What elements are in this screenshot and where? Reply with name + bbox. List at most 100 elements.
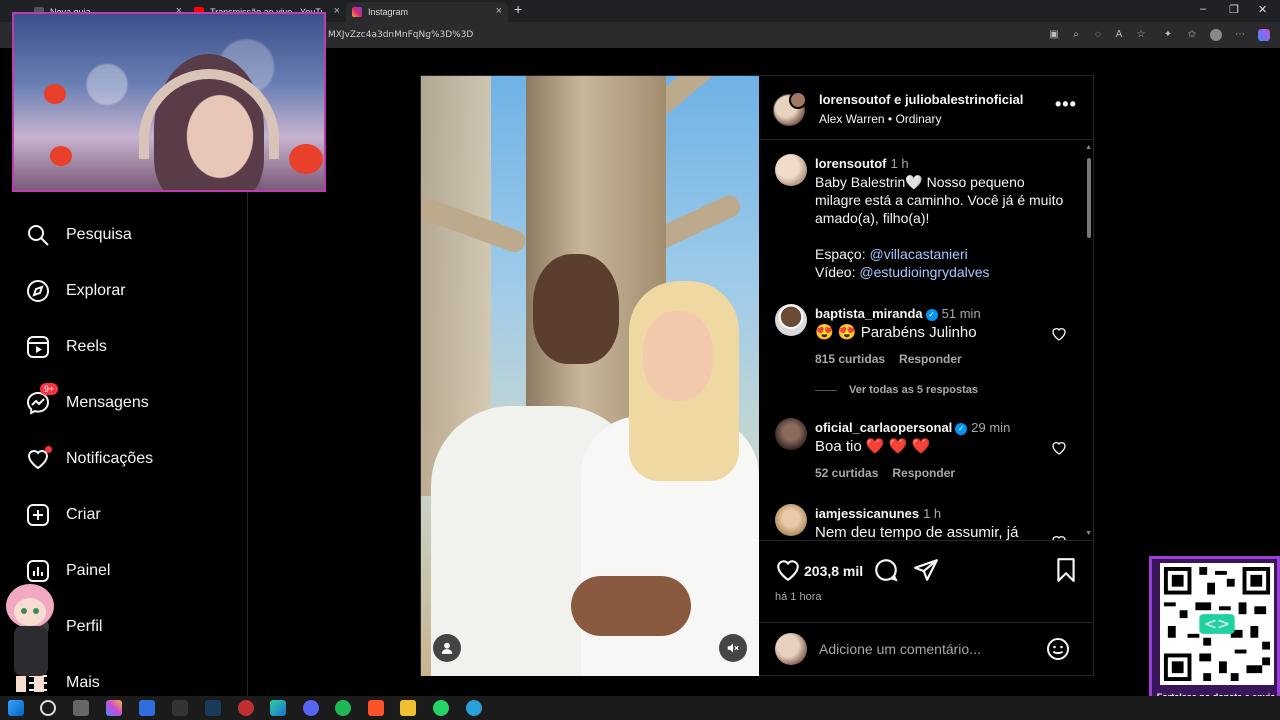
search-icon[interactable] [40, 700, 56, 716]
comment-avatar[interactable] [775, 304, 807, 336]
caption: lorensoutof 1 h Baby Balestrin🤍 Nosso peq… [775, 154, 1075, 294]
epic-games-icon[interactable] [172, 700, 188, 716]
new-tab-button[interactable]: + [514, 1, 522, 17]
space-link[interactable]: @villacastanieri [869, 246, 967, 262]
sidebar-item-reels[interactable]: Reels [26, 334, 107, 360]
whatsapp-icon[interactable] [433, 700, 449, 716]
scroll-up-arrow[interactable]: ▲ [1085, 144, 1092, 151]
comment-username[interactable]: oficial_carlaopersonal [815, 420, 952, 435]
scroll-down-arrow[interactable]: ▼ [1085, 530, 1092, 537]
sidebar-item-notifications[interactable]: Notificações [26, 446, 153, 472]
close-icon[interactable]: × [334, 5, 340, 17]
caption-username[interactable]: lorensoutof [815, 156, 887, 171]
sidebar-item-explore[interactable]: Explorar [26, 278, 126, 304]
muted-speaker-icon [727, 643, 739, 653]
file-explorer-icon[interactable] [400, 700, 416, 716]
like-comment-icon[interactable] [1051, 440, 1067, 456]
comment-item: oficial_carlaopersonal ✓ 29 min Boa tio ❤️… [775, 418, 1075, 488]
brave-icon[interactable] [368, 700, 384, 716]
tagged-users-button[interactable] [433, 634, 461, 662]
instagram-icon [352, 7, 362, 17]
sidebar-item-label: Explorar [66, 282, 126, 299]
close-window-icon[interactable]: ✕ [1258, 3, 1267, 16]
comment-username[interactable]: baptista_miranda [815, 306, 923, 321]
like-count[interactable]: 203,8 mil [804, 563, 863, 579]
comment-time: 29 min [971, 420, 1011, 435]
webcam-overlay [12, 12, 326, 192]
favorite-icon[interactable]: ☆ [1135, 29, 1147, 41]
start-icon[interactable] [8, 700, 24, 716]
pumpkin-decoration [50, 146, 72, 166]
reply-button[interactable]: Responder [892, 466, 955, 480]
sidebar-item-messages[interactable]: 9+ Mensagens [26, 383, 149, 416]
comment-icon[interactable] [873, 557, 899, 583]
compass-icon [27, 280, 49, 302]
reply-button[interactable]: Responder [899, 352, 962, 366]
more-options-icon[interactable]: ••• [1055, 94, 1077, 115]
verified-icon: ✓ [955, 423, 968, 435]
post-authors[interactable]: lorensoutof e juliobalestrinoficial [819, 92, 1023, 107]
mute-button[interactable] [719, 634, 747, 662]
like-comment-icon[interactable] [1051, 326, 1067, 342]
copilot-icon[interactable] [106, 700, 122, 716]
sidebar-item-label: Perfil [66, 618, 103, 635]
tab-instagram[interactable]: Instagram × [346, 2, 508, 22]
current-user-avatar [775, 633, 807, 665]
telegram-icon[interactable] [466, 700, 482, 716]
url-text[interactable]: MXJvZzc4a3dnMnFqNg%3D%3D [328, 30, 473, 40]
comment-username[interactable]: iamjessicanunes [815, 506, 919, 521]
qr-code: <> [1160, 563, 1274, 685]
like-icon[interactable] [775, 557, 801, 583]
comment-input[interactable]: Adicione um comentário... [819, 641, 981, 657]
share-icon[interactable] [913, 557, 939, 583]
copilot-icon[interactable] [1258, 29, 1270, 41]
coauthor-avatar[interactable] [789, 91, 807, 109]
comment-likes[interactable]: 52 curtidas [815, 466, 878, 480]
comment-text: 😍 😍 Parabéns Julinho [815, 324, 977, 341]
comment-item: baptista_miranda ✓ 51 min 😍 😍 Parabéns Jul… [775, 304, 1075, 374]
minimize-icon[interactable]: – [1200, 3, 1206, 15]
caption-avatar[interactable] [775, 154, 807, 186]
sidebar-item-label: Reels [66, 338, 107, 355]
comment-avatar[interactable] [775, 504, 807, 536]
widgets-icon[interactable] [139, 700, 155, 716]
comments-scrollbar[interactable] [1087, 158, 1091, 238]
sidebar-item-label: Criar [66, 506, 101, 523]
profile-icon[interactable] [1210, 29, 1222, 41]
comment-text: Boa tio ❤️ ❤️ ❤️ [815, 438, 931, 455]
edge-icon[interactable] [270, 700, 286, 716]
obs-icon[interactable] [238, 700, 254, 716]
task-view-icon[interactable] [73, 700, 89, 716]
comment-time: 1 h [923, 506, 942, 521]
windows-taskbar [0, 696, 1280, 720]
zoom-icon[interactable]: ⌕ [1070, 29, 1082, 41]
maximize-icon[interactable]: ❐ [1229, 3, 1239, 16]
steam-icon[interactable] [205, 700, 221, 716]
view-replies-button[interactable]: Ver todas as 5 respostas [815, 384, 978, 396]
emoji-icon[interactable] [1046, 637, 1070, 661]
discord-icon[interactable] [303, 700, 319, 716]
menu-icon[interactable]: ⋯ [1234, 29, 1246, 41]
add-comment-bar: Adicione um comentário... [759, 622, 1094, 676]
sidebar-item-create[interactable]: Criar [26, 502, 101, 528]
sidebar-item-search[interactable]: Pesquisa [26, 222, 132, 248]
comment-avatar[interactable] [775, 418, 807, 450]
post-video[interactable] [421, 76, 759, 676]
anime-character-sticker [6, 584, 54, 692]
close-icon[interactable]: × [496, 5, 502, 17]
space-label: Espaço: [815, 246, 866, 262]
audio-track[interactable]: Alex Warren • Ordinary [819, 112, 941, 126]
comment-likes[interactable]: 815 curtidas [815, 352, 885, 366]
sidebar-item-label: Mensagens [66, 394, 149, 411]
bookmark-icon[interactable] [1053, 557, 1079, 583]
app-icon[interactable]: ▣ [1048, 29, 1060, 41]
video-link[interactable]: @estudioingrydalves [859, 264, 989, 280]
favorites-icon[interactable]: ✩ [1186, 29, 1198, 41]
read-aloud-icon[interactable]: A [1113, 29, 1125, 41]
search-icon [28, 225, 49, 246]
comments-list[interactable]: lorensoutof 1 h Baby Balestrin🤍 Nosso peq… [759, 140, 1094, 540]
spotify-icon[interactable] [335, 700, 351, 716]
messages-badge: 9+ [40, 383, 59, 395]
extensions-icon[interactable]: ✦ [1162, 29, 1174, 41]
tracking-icon[interactable]: ◌ [1092, 29, 1104, 41]
